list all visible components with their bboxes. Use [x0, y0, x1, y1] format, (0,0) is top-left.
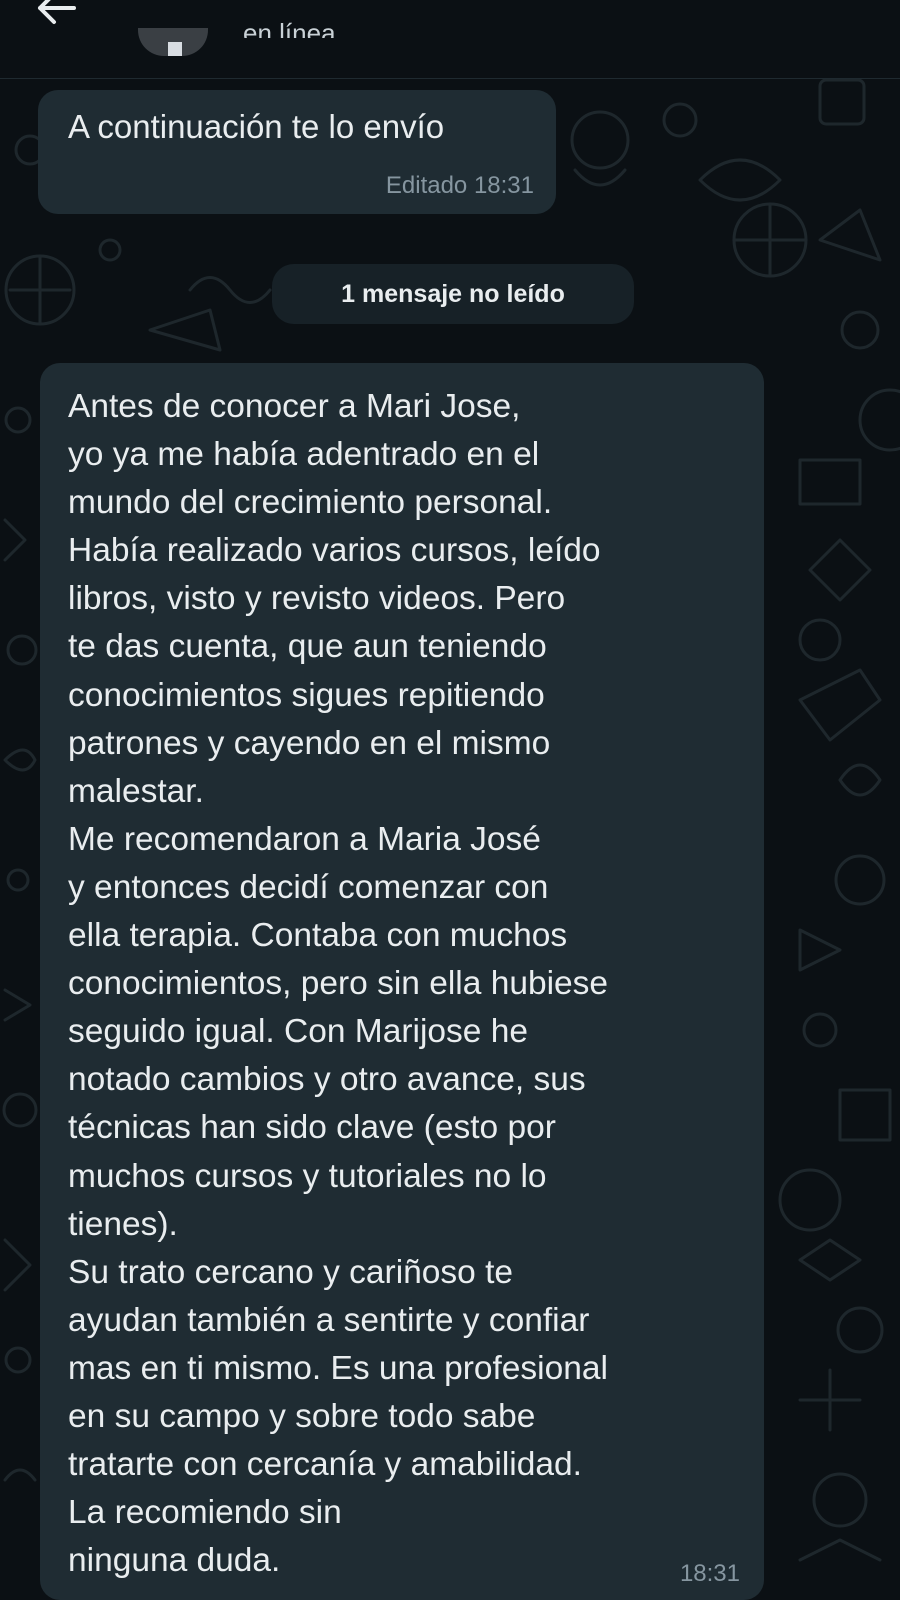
message-line: técnicas han sido clave (esto por — [68, 1109, 556, 1147]
message-line: seguido igual. Con Marijose he — [68, 1013, 528, 1051]
message-line: en su campo y sobre todo sabe — [68, 1397, 536, 1435]
message-bubble[interactable]: Antes de conocer a Mari Jose, yo ya me h… — [40, 363, 764, 1600]
message-line: malestar. — [68, 772, 204, 810]
message-line: conocimientos sigues repitiendo — [68, 676, 545, 714]
message-line: tratarte con cercanía y amabilidad. — [68, 1446, 582, 1484]
message-line: patrones y cayendo en el mismo — [68, 724, 551, 762]
message-line: mundo del crecimiento personal. — [68, 484, 553, 522]
unread-messages-divider: 1 mensaje no leído — [272, 264, 634, 324]
message-line: conocimientos, pero sin ella hubiese — [68, 965, 609, 1003]
message-line: Había realizado varios cursos, leído — [68, 532, 601, 570]
message-line: La recomiendo sin — [68, 1494, 342, 1532]
message-line: ella terapia. Contaba con muchos — [68, 917, 568, 955]
message-text: A continuación te lo envío — [68, 108, 445, 145]
message-edited-timestamp: Editado 18:31 — [385, 172, 534, 199]
message-line: Su trato cercano y cariñoso te — [68, 1253, 514, 1291]
back-button[interactable] — [30, 0, 86, 38]
contact-avatar[interactable] — [138, 28, 208, 56]
message-line: Me recomendaron a Maria José — [68, 820, 541, 858]
message-line: muchos cursos y tutoriales no lo — [68, 1157, 547, 1195]
chat-screen: en línea A continuación te lo envío Edit… — [0, 0, 900, 1600]
arrow-left-icon — [38, 0, 76, 24]
message-bubble[interactable]: A continuación te lo envío Editado 18:31 — [38, 90, 556, 214]
message-line: libros, visto y revisto videos. Pero — [68, 580, 566, 618]
message-line: yo ya me había adentrado en el — [68, 436, 540, 474]
message-line: te das cuenta, que aun teniendo — [68, 628, 547, 666]
message-text: Antes de conocer a Mari Jose, yo ya me h… — [68, 383, 758, 1585]
message-line: ayudan también a sentirte y confiar — [68, 1301, 590, 1339]
message-timestamp: 18:31 — [679, 1560, 740, 1587]
contact-status: en línea — [243, 20, 336, 38]
message-line: tienes). — [68, 1205, 178, 1243]
message-line: ninguna duda. — [68, 1542, 281, 1580]
message-line: Antes de conocer a Mari Jose, — [68, 388, 521, 425]
message-line: mas en ti mismo. Es una profesional — [68, 1349, 608, 1387]
message-line: notado cambios y otro avance, sus — [68, 1061, 586, 1099]
message-line: y entonces decidí comenzar con — [68, 868, 549, 906]
chat-header: en línea — [0, 0, 900, 79]
